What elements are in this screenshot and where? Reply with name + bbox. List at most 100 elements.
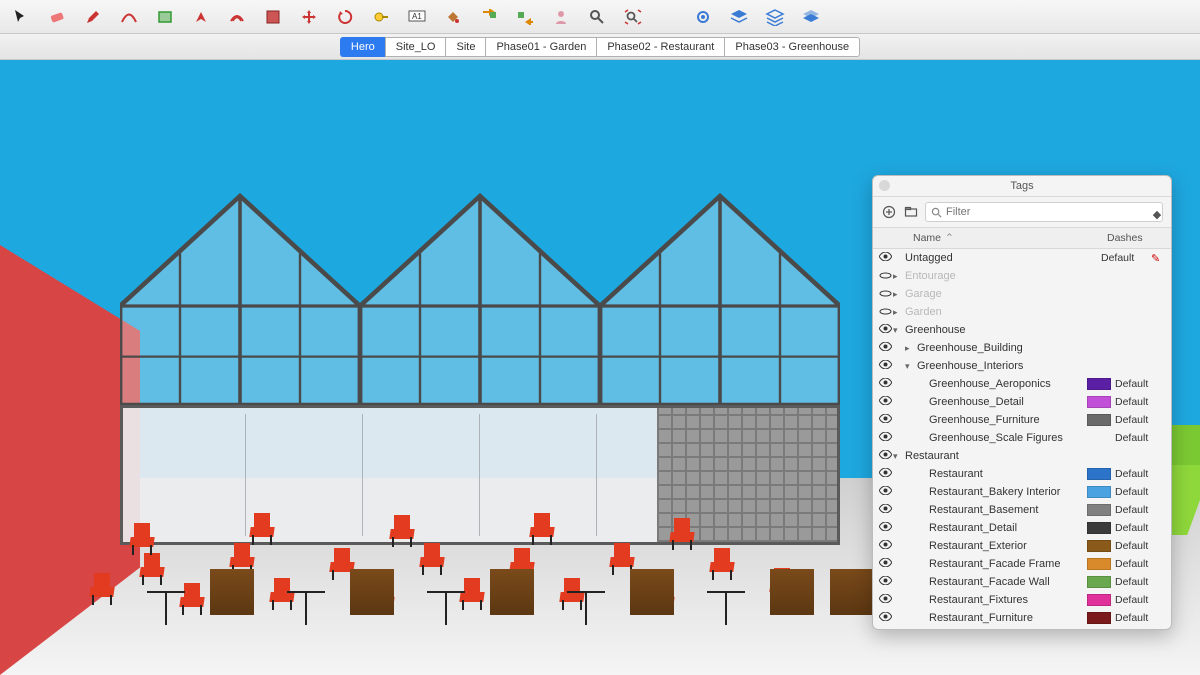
visibility-hidden-icon[interactable] bbox=[877, 288, 893, 300]
color-swatch[interactable] bbox=[1087, 558, 1111, 570]
tag-name[interactable]: ▾Greenhouse bbox=[893, 324, 1083, 336]
dash-style[interactable]: Default bbox=[1115, 486, 1165, 498]
tag-name[interactable]: ▸Garden bbox=[893, 306, 1083, 318]
column-dashes[interactable]: Dashes bbox=[1107, 232, 1163, 244]
person-tool[interactable] bbox=[550, 6, 572, 28]
visibility-eye-icon[interactable] bbox=[877, 342, 893, 354]
visibility-eye-icon[interactable] bbox=[877, 486, 893, 498]
dash-style[interactable]: Default bbox=[1115, 540, 1165, 552]
visibility-eye-icon[interactable] bbox=[877, 432, 893, 444]
settings-gear-tool[interactable] bbox=[692, 6, 714, 28]
color-swatch[interactable] bbox=[1087, 378, 1111, 390]
tag-row[interactable]: Restaurant_FurnitureDefault bbox=[873, 609, 1171, 627]
tag-row[interactable]: Restaurant_Facade Frame Default bbox=[873, 555, 1171, 573]
select-tool[interactable] bbox=[10, 6, 32, 28]
tag-name[interactable]: Greenhouse_Aeroponics bbox=[893, 378, 1083, 390]
visibility-eye-icon[interactable] bbox=[877, 468, 893, 480]
tag-row[interactable]: Greenhouse_Scale Figures Default bbox=[873, 429, 1171, 447]
rotate-tool[interactable] bbox=[334, 6, 356, 28]
tag-name[interactable]: ▾Restaurant bbox=[893, 450, 1083, 462]
tag-row[interactable]: UntaggedDefault✎ bbox=[873, 249, 1171, 267]
tag-name[interactable]: Restaurant_Facade Frame bbox=[893, 558, 1083, 570]
color-swatch[interactable] bbox=[1087, 396, 1111, 408]
dash-style[interactable]: Default bbox=[1115, 612, 1165, 624]
tag-row[interactable]: Restaurant_BasementDefault bbox=[873, 501, 1171, 519]
tag-name[interactable]: Greenhouse_Detail bbox=[893, 396, 1083, 408]
tag-name[interactable]: Restaurant_Basement bbox=[893, 504, 1083, 516]
dash-style[interactable]: Default bbox=[1115, 396, 1165, 408]
panel-titlebar[interactable]: Tags bbox=[873, 176, 1171, 197]
visibility-eye-icon[interactable] bbox=[877, 450, 893, 462]
pencil-tool[interactable] bbox=[82, 6, 104, 28]
dash-style[interactable]: Default bbox=[1115, 468, 1165, 480]
expand-toggle-icon[interactable]: ▸ bbox=[893, 271, 905, 282]
expand-toggle-icon[interactable]: ▾ bbox=[893, 325, 905, 336]
dash-style[interactable]: Default bbox=[1115, 594, 1165, 606]
dash-style[interactable]: Default bbox=[1115, 558, 1165, 570]
visibility-eye-icon[interactable] bbox=[877, 540, 893, 552]
tag-row[interactable]: ▸Greenhouse_Building bbox=[873, 339, 1171, 357]
tag-name[interactable]: Greenhouse_Scale Figures bbox=[893, 432, 1083, 444]
visibility-eye-icon[interactable] bbox=[877, 396, 893, 408]
3dw-get-tool[interactable] bbox=[514, 6, 536, 28]
expand-toggle-icon[interactable]: ▾ bbox=[893, 451, 905, 462]
color-swatch[interactable] bbox=[1087, 468, 1111, 480]
color-swatch[interactable] bbox=[1087, 522, 1111, 534]
dash-style[interactable]: Default bbox=[1115, 522, 1165, 534]
color-swatch[interactable] bbox=[1087, 486, 1111, 498]
scene-tab[interactable]: Phase03 - Greenhouse bbox=[724, 37, 860, 57]
tag-row[interactable]: Greenhouse_Detail Default bbox=[873, 393, 1171, 411]
tag-row[interactable]: Restaurant_Fixtures Default bbox=[873, 591, 1171, 609]
tag-row[interactable]: Restaurant Default bbox=[873, 465, 1171, 483]
scene-tab[interactable]: Phase01 - Garden bbox=[485, 37, 596, 57]
scene-tab[interactable]: Site_LO bbox=[385, 37, 446, 57]
visibility-eye-icon[interactable] bbox=[877, 576, 893, 588]
paint-tool[interactable] bbox=[442, 6, 464, 28]
tag-name[interactable]: Greenhouse_Furniture bbox=[893, 414, 1083, 426]
scene-tab[interactable]: Site bbox=[445, 37, 485, 57]
tag-row[interactable]: Restaurant_Detail Default bbox=[873, 519, 1171, 537]
expand-toggle-icon[interactable]: ▸ bbox=[893, 289, 905, 300]
visibility-eye-icon[interactable] bbox=[877, 324, 893, 336]
tag-row[interactable]: Restaurant_Facade Wall Default bbox=[873, 573, 1171, 591]
dash-style[interactable]: Default bbox=[1115, 378, 1165, 390]
offset-tool[interactable] bbox=[226, 6, 248, 28]
3dw-send-tool[interactable] bbox=[478, 6, 500, 28]
zoom-tool[interactable] bbox=[586, 6, 608, 28]
scene-tab[interactable]: Hero bbox=[340, 37, 385, 57]
color-swatch[interactable] bbox=[1087, 594, 1111, 606]
expand-toggle-icon[interactable]: ▾ bbox=[905, 361, 917, 372]
visibility-eye-icon[interactable] bbox=[877, 504, 893, 516]
tag-row[interactable]: ▸Entourage bbox=[873, 267, 1171, 285]
dash-style[interactable]: Default bbox=[1115, 432, 1165, 444]
tag-name[interactable]: ▸Garage bbox=[893, 288, 1083, 300]
add-folder-icon[interactable] bbox=[903, 204, 919, 220]
zoom-extents-tool[interactable] bbox=[622, 6, 644, 28]
tag-name[interactable]: ▸Entourage bbox=[893, 270, 1083, 282]
follow-tool[interactable] bbox=[262, 6, 284, 28]
text-tool[interactable]: A1 bbox=[406, 6, 428, 28]
tag-name[interactable]: Restaurant_Fixtures bbox=[893, 594, 1083, 606]
scene-tab[interactable]: Phase02 - Restaurant bbox=[596, 37, 724, 57]
move-tool[interactable] bbox=[298, 6, 320, 28]
tag-name[interactable]: Restaurant_Exterior bbox=[893, 540, 1083, 552]
pushpull-tool[interactable] bbox=[190, 6, 212, 28]
visibility-eye-icon[interactable] bbox=[877, 522, 893, 534]
visibility-eye-icon[interactable] bbox=[877, 360, 893, 372]
tag-name[interactable]: Restaurant bbox=[893, 468, 1083, 480]
visibility-eye-icon[interactable] bbox=[877, 252, 893, 264]
tag-name[interactable]: Restaurant_Facade Wall bbox=[893, 576, 1083, 588]
arc-tool[interactable] bbox=[118, 6, 140, 28]
color-swatch[interactable] bbox=[1087, 576, 1111, 588]
visibility-eye-icon[interactable] bbox=[877, 414, 893, 426]
expand-toggle-icon[interactable]: ▸ bbox=[893, 307, 905, 318]
tag-row[interactable]: Restaurant_Bakery InteriorDefault bbox=[873, 483, 1171, 501]
visibility-eye-icon[interactable] bbox=[877, 558, 893, 570]
tag-row[interactable]: ▸Garden bbox=[873, 303, 1171, 321]
visibility-hidden-icon[interactable] bbox=[877, 270, 893, 282]
dash-style[interactable]: Default bbox=[1115, 576, 1165, 588]
tag-row[interactable]: Restaurant_GlazingDefault bbox=[873, 627, 1171, 629]
tag-name[interactable]: Restaurant_Detail bbox=[893, 522, 1083, 534]
tag-filter-input[interactable] bbox=[946, 206, 1157, 218]
tape-tool[interactable] bbox=[370, 6, 392, 28]
